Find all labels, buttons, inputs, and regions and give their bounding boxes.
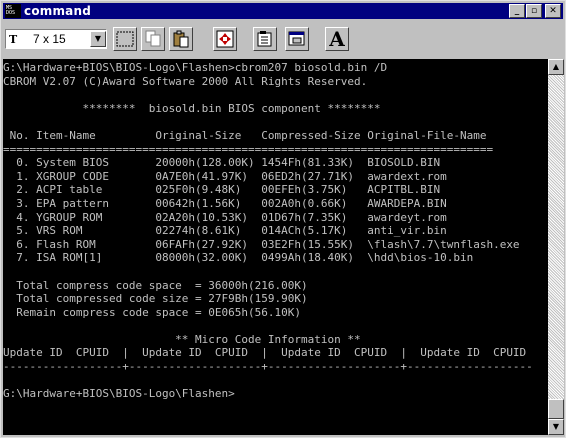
- terminal-line: CBROM V2.07 (C)Award Software 2000 All R…: [3, 74, 368, 88]
- terminal-line: G:\Hardware+BIOS\BIOS-Logo\Flashen>: [3, 387, 235, 401]
- mark-button[interactable]: [113, 27, 137, 51]
- terminal-line: No. Item-Name Original-Size Compressed-S…: [3, 128, 487, 142]
- terminal-line: G:\Hardware+BIOS\BIOS-Logo\Flashen>cbrom…: [3, 61, 388, 74]
- window-title: command: [24, 4, 91, 18]
- terminal-line: 1. XGROUP CODE 0A7E0h(41.97K) 06ED2h(27.…: [3, 169, 447, 183]
- terminal-line: ******** biosold.bin BIOS component ****…: [3, 101, 381, 115]
- terminal-line: Total compressed code size = 27F9Bh(159.…: [3, 292, 308, 306]
- mark-icon: [116, 31, 134, 47]
- vertical-scrollbar[interactable]: ▲ ▼: [548, 59, 564, 435]
- font-size-select[interactable]: T 7 x 15 ▼: [5, 29, 107, 49]
- msdos-icon[interactable]: MS DOS: [5, 4, 21, 18]
- copy-icon: [145, 30, 161, 47]
- console-window: MS DOS command _ ▫ ✕ T 7 x 15 ▼ A G:\Har…: [0, 0, 566, 438]
- font-size-value: 7 x 15: [33, 32, 66, 46]
- terminal-output[interactable]: G:\Hardware+BIOS\BIOS-Logo\Flashen>cbrom…: [3, 59, 548, 435]
- background-button[interactable]: [285, 27, 309, 51]
- paste-button[interactable]: [169, 27, 193, 51]
- font-icon: A: [329, 27, 345, 51]
- title-bar[interactable]: MS DOS command _ ▫ ✕: [3, 3, 563, 19]
- icon-text-bottom: DOS: [6, 10, 16, 16]
- fullscreen-icon: [216, 30, 234, 48]
- terminal-line: 4. YGROUP ROM 02A20h(10.53K) 01D67h(7.35…: [3, 210, 447, 224]
- chevron-down-icon[interactable]: ▼: [90, 31, 106, 47]
- properties-icon: [257, 31, 272, 47]
- terminal-line: 2. ACPI table 025F0h(9.48K) 00EFEh(3.75K…: [3, 183, 441, 197]
- scroll-thumb[interactable]: [548, 399, 564, 419]
- terminal-line: 7. ISA ROM[1] 08000h(32.00K) 0499Ah(18.4…: [3, 251, 474, 265]
- paste-icon: [173, 30, 189, 48]
- close-button[interactable]: ✕: [545, 4, 561, 18]
- fullscreen-button[interactable]: [213, 27, 237, 51]
- window-controls: _ ▫ ✕: [508, 4, 561, 18]
- terminal-line: Remain compress code space = 0E065h(56.1…: [3, 305, 302, 319]
- minimize-button[interactable]: _: [509, 4, 525, 18]
- terminal-line: 3. EPA pattern 00642h(1.56K) 002A0h(0.66…: [3, 196, 447, 210]
- terminal-line: ------------------+--------------------+…: [3, 360, 533, 374]
- terminal-line: 5. VRS ROM 02274h(8.61K) 014ACh(5.17K) a…: [3, 224, 447, 238]
- truetype-icon: T: [9, 32, 18, 46]
- terminal-line: Total compress code space = 36000h(216.0…: [3, 278, 308, 292]
- terminal-line: ** Micro Code Information **: [3, 332, 361, 346]
- toolbar: T 7 x 15 ▼ A: [3, 21, 563, 57]
- scroll-up-button[interactable]: ▲: [548, 59, 564, 75]
- terminal-line: 0. System BIOS 20000h(128.00K) 1454Fh(81…: [3, 156, 441, 170]
- terminal-line: ========================================…: [3, 142, 494, 156]
- font-button[interactable]: A: [325, 27, 349, 51]
- properties-button[interactable]: [253, 27, 277, 51]
- terminal-line: 6. Flash ROM 06FAFh(27.92K) 03E2Fh(15.55…: [3, 237, 520, 251]
- maximize-button[interactable]: ▫: [526, 4, 542, 18]
- background-icon: [288, 31, 305, 46]
- terminal-line: Update ID CPUID | Update ID CPUID | Upda…: [3, 346, 527, 360]
- scroll-down-button[interactable]: ▼: [548, 419, 564, 435]
- copy-button[interactable]: [141, 27, 165, 51]
